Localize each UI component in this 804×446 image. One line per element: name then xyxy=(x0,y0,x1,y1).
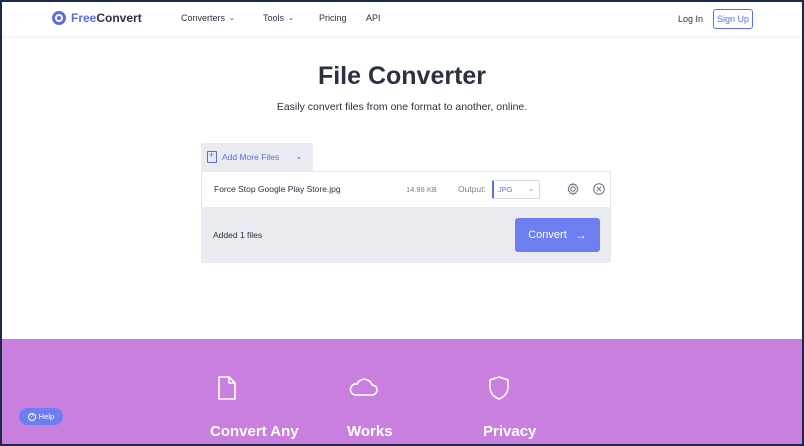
help-icon: ? xyxy=(27,412,36,421)
nav-label: API xyxy=(366,13,381,23)
gear-icon[interactable] xyxy=(566,182,580,196)
output-format-value: JPG xyxy=(498,185,513,194)
nav-api[interactable]: API xyxy=(366,13,381,23)
nav-label: Tools xyxy=(263,13,285,23)
feature-title: Privacy xyxy=(483,423,537,440)
page-subtitle: Easily convert files from one format to … xyxy=(276,101,528,113)
convert-label: Convert xyxy=(528,229,567,241)
browser-viewport: FreeConvert Converters ⌄ Tools ⌄ Pricing A… xyxy=(2,2,802,444)
chevron-down-icon: ⌄ xyxy=(288,15,294,22)
help-button[interactable]: ? Help xyxy=(19,408,63,425)
file-icon xyxy=(218,376,236,400)
nav-pricing[interactable]: Pricing xyxy=(319,13,347,23)
site-header: FreeConvert Converters ⌄ Tools ⌄ Pricing A… xyxy=(2,2,802,36)
features-band: Convert Any Works Privacy xyxy=(2,339,802,444)
add-more-files-button[interactable]: Add More Files ⌄ xyxy=(201,143,313,171)
file-name: Force Stop Google Play Store.jpg xyxy=(214,184,341,194)
file-size: 14.98 KB xyxy=(406,185,437,194)
output-format-select[interactable]: JPG ⌄ xyxy=(492,180,540,199)
nav-label: Converters xyxy=(181,13,226,23)
chevron-down-icon[interactable]: ⌄ xyxy=(295,151,303,162)
file-row: Force Stop Google Play Store.jpg 14.98 K… xyxy=(201,171,611,207)
nav-tools[interactable]: Tools ⌄ xyxy=(263,13,294,23)
cloud-icon xyxy=(349,378,378,396)
login-link[interactable]: Log In xyxy=(678,14,703,24)
chevron-down-icon: ⌄ xyxy=(229,15,235,22)
chevron-down-icon: ⌄ xyxy=(528,186,534,193)
logo[interactable]: FreeConvert xyxy=(52,11,142,25)
feature-title: Convert Any xyxy=(210,423,299,440)
shield-icon xyxy=(489,376,509,400)
nav-converters[interactable]: Converters ⌄ xyxy=(181,13,235,23)
signup-button[interactable]: Sign Up xyxy=(713,9,753,29)
convert-button[interactable]: Convert → xyxy=(515,218,600,252)
page-title: File Converter xyxy=(317,62,487,90)
output-label: Output: xyxy=(458,184,486,194)
add-more-files-label: Add More Files xyxy=(222,152,280,162)
nav-label: Pricing xyxy=(319,13,347,23)
remove-file-icon[interactable] xyxy=(592,182,606,196)
help-label: Help xyxy=(38,412,55,421)
logo-icon xyxy=(52,11,66,25)
convert-bar: Added 1 files Convert → xyxy=(201,207,611,263)
logo-text: FreeConvert xyxy=(71,11,142,25)
arrow-right-icon: → xyxy=(574,228,587,242)
feature-title: Works xyxy=(347,423,393,440)
add-file-icon xyxy=(207,150,217,163)
files-added-count: Added 1 files xyxy=(213,230,263,240)
